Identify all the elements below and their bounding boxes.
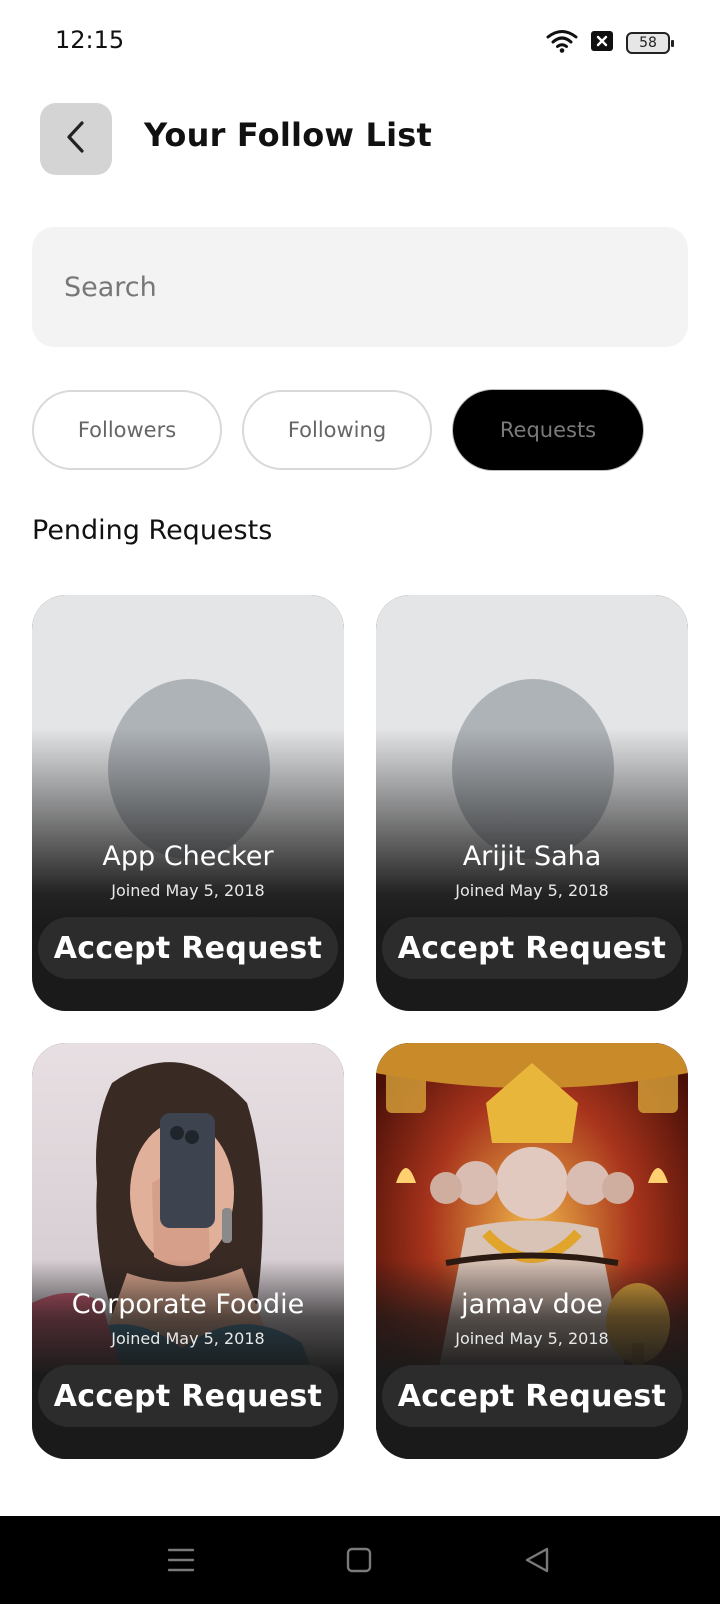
battery-icon: 58 [626, 32, 674, 54]
status-bar: 12:15 58 [0, 0, 720, 84]
page-title: Your Follow List [144, 116, 432, 154]
system-nav-bar [0, 1516, 720, 1604]
request-card: App Checker Joined May 5, 2018 Accept Re… [32, 595, 344, 1011]
back-button[interactable] [40, 103, 112, 175]
request-card: Arijit Saha Joined May 5, 2018 Accept Re… [376, 595, 688, 1011]
tab-following[interactable]: Following [242, 390, 432, 470]
section-title: Pending Requests [32, 515, 273, 546]
search-input[interactable] [64, 227, 664, 347]
home-square-icon[interactable] [335, 1536, 383, 1584]
accept-request-button[interactable]: Accept Request [38, 1365, 338, 1427]
status-icons: 58 [546, 28, 674, 58]
accept-request-button[interactable]: Accept Request [38, 917, 338, 979]
tab-requests[interactable]: Requests [453, 390, 643, 470]
request-card: Corporate Foodie Joined May 5, 2018 Acce… [32, 1043, 344, 1459]
request-name: Arijit Saha [462, 841, 602, 872]
request-name: jamav doe [461, 1289, 603, 1320]
back-triangle-icon[interactable] [513, 1536, 561, 1584]
wifi-icon [546, 28, 578, 58]
request-joined-date: Joined May 5, 2018 [111, 1329, 265, 1348]
request-name: Corporate Foodie [71, 1289, 305, 1320]
sim-off-icon [590, 30, 614, 56]
search-box[interactable] [32, 227, 688, 347]
request-joined-date: Joined May 5, 2018 [455, 881, 609, 900]
request-joined-date: Joined May 5, 2018 [111, 881, 265, 900]
chevron-left-icon [63, 120, 89, 158]
status-time: 12:15 [55, 26, 125, 54]
accept-request-button[interactable]: Accept Request [382, 917, 682, 979]
accept-request-button[interactable]: Accept Request [382, 1365, 682, 1427]
request-card: jamav doe Joined May 5, 2018 Accept Requ… [376, 1043, 688, 1459]
tab-followers[interactable]: Followers [32, 390, 222, 470]
request-name: App Checker [102, 841, 274, 872]
request-joined-date: Joined May 5, 2018 [455, 1329, 609, 1348]
menu-icon[interactable] [157, 1536, 205, 1584]
